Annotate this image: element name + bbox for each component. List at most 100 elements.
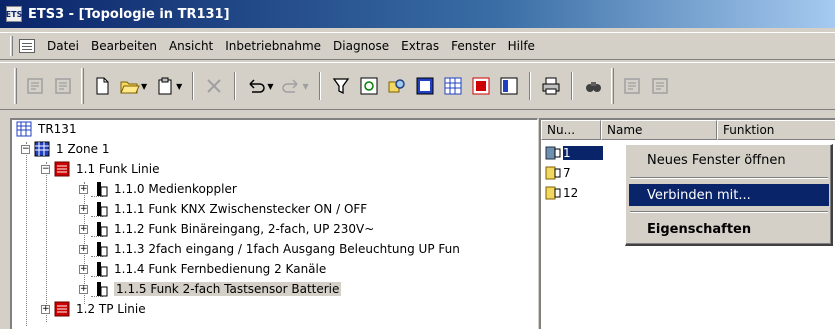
expand-icon[interactable]: + [79,244,88,254]
toolbar-separator [528,72,531,100]
tree-device-label: 1.1.1 Funk KNX Zwischenstecker ON / OFF [114,202,368,216]
menu-item-new-window[interactable]: Neues Fenster öffnen [629,149,829,171]
open-folder-icon[interactable] [117,73,143,99]
device-icon [545,186,561,200]
device-icon [97,262,108,277]
print-icon[interactable] [538,73,564,99]
title-bar: ETS ETS3 - [Topologie in TR131] [0,0,835,28]
line-icon [54,301,70,317]
project-icon [16,121,32,137]
panel-view-icon[interactable] [496,73,522,99]
expand-icon[interactable]: + [79,224,88,234]
device-icon [97,242,108,257]
line-icon [54,161,70,177]
menu-separator [630,211,828,213]
menubar-grip[interactable] [10,36,13,56]
undo-icon[interactable] [243,73,269,99]
tree-device-selected[interactable]: + 1.1.5 Funk 2-fach Tastsensor Batterie [79,280,342,298]
tree-device-label: 1.1.5 Funk 2-fach Tastsensor Batterie [114,282,342,296]
menu-inbetriebnahme[interactable]: Inbetriebnahme [219,37,327,55]
device-icon [97,282,108,297]
tree-zone[interactable]: − 1 Zone 1 [21,140,109,158]
groups-view-icon[interactable] [468,73,494,99]
clipboard-dropdown-icon[interactable]: ▼ [176,82,182,91]
tree-connector [46,162,47,322]
collapse-icon[interactable]: − [41,164,50,174]
tree-line-tp[interactable]: + 1.2 TP Linie [41,300,146,318]
document-icon[interactable] [19,39,35,53]
tree-device[interactable]: + 1.1.0 Medienkoppler [79,180,237,198]
menu-item-properties[interactable]: Eigenschaften [629,218,829,240]
list-row-number: 7 [563,166,571,180]
clipboard-icon[interactable] [152,73,178,99]
project-close-icon-2[interactable] [647,73,673,99]
expand-icon[interactable]: + [41,304,50,314]
column-header-name[interactable]: Name [601,120,717,140]
expand-icon[interactable]: + [79,264,88,274]
expand-icon[interactable]: + [79,184,88,194]
menu-datei[interactable]: Datei [41,37,85,55]
toolbar-grip-2[interactable] [81,68,84,104]
device-icon [545,146,561,160]
menu-diagnose[interactable]: Diagnose [327,37,395,55]
toolbar-separator [192,72,195,100]
tree-device[interactable]: + 1.1.1 Funk KNX Zwischenstecker ON / OF… [79,200,367,218]
device-icon [97,202,108,217]
tree-zone-label: 1 Zone 1 [56,142,110,156]
tree-root-label: TR131 [38,122,77,136]
tree-device-label: 1.1.4 Funk Fernbedienung 2 Kanäle [114,262,327,276]
toolbar-grip-3[interactable] [610,68,614,104]
refresh-icon[interactable] [356,73,382,99]
tree-device[interactable]: + 1.1.3 2fach eingang / 1fach Ausgang Be… [79,240,460,258]
tree-root[interactable]: TR131 [16,120,77,138]
menu-extras[interactable]: Extras [395,37,445,55]
buildings-view-icon[interactable] [440,73,466,99]
list-row[interactable]: 7 Ei [545,164,638,182]
menu-bar: Datei Bearbeiten Ansicht Inbetriebnahme … [0,32,835,60]
tree-device-label: 1.1.0 Medienkoppler [114,182,237,196]
device-icon [97,222,108,237]
redo-icon[interactable] [278,73,304,99]
project-open-icon[interactable] [22,73,48,99]
project-open-icon-2[interactable] [619,73,645,99]
tree-device[interactable]: + 1.1.2 Funk Binäreingang, 2-fach, UP 23… [79,220,374,238]
collapse-icon[interactable]: − [21,144,30,154]
window-title: ETS3 - [Topologie in TR131] [28,6,230,22]
delete-icon[interactable] [201,73,227,99]
new-document-icon[interactable] [89,73,115,99]
menu-hilfe[interactable]: Hilfe [502,37,541,55]
tree-device[interactable]: + 1.1.4 Funk Fernbedienung 2 Kanäle [79,260,326,278]
redo-dropdown-icon[interactable]: ▼ [302,82,308,91]
list-row-number: 12 [563,186,579,200]
device-icon [545,166,561,180]
context-menu: Neues Fenster öffnen Verbinden mit... Ei… [625,144,833,246]
ets-app-icon[interactable]: ETS [6,6,22,22]
column-header-number[interactable]: Nu... [541,120,601,140]
topology-view-icon[interactable] [412,73,438,99]
list-header: Nu... Name Funktion [541,120,835,140]
menu-separator [630,177,828,179]
undo-dropdown-icon[interactable]: ▼ [267,82,273,91]
toolbar-grip[interactable] [14,68,17,104]
expand-icon[interactable]: + [79,204,88,214]
open-dropdown-icon[interactable]: ▼ [141,82,147,91]
menu-item-connect-with[interactable]: Verbinden mit... [629,184,829,206]
tree-line-funk[interactable]: − 1.1 Funk Linie [41,160,159,178]
device-icon [97,182,108,197]
menu-bearbeiten[interactable]: Bearbeiten [85,37,163,55]
search-device-icon[interactable] [384,73,410,99]
column-header-function[interactable]: Funktion [717,120,835,140]
expand-icon[interactable]: + [79,284,88,294]
tree-device-label: 1.1.2 Funk Binäreingang, 2-fach, UP 230V… [114,222,375,236]
find-icon[interactable] [580,73,606,99]
tree-line-label: 1.2 TP Linie [76,302,146,316]
project-close-icon[interactable] [50,73,76,99]
toolbar-separator [318,72,321,100]
topology-tree[interactable]: TR131 − 1 Zone 1 − 1.1 Funk Linie + 1.1.… [10,118,538,329]
filter-icon[interactable] [328,73,354,99]
menu-fenster[interactable]: Fenster [445,37,502,55]
toolbar: ▼ ▼ ▼ ▼ [0,62,835,110]
menu-ansicht[interactable]: Ansicht [163,37,219,55]
toolbar-separator [234,72,237,100]
tree-line-label: 1.1 Funk Linie [76,162,160,176]
